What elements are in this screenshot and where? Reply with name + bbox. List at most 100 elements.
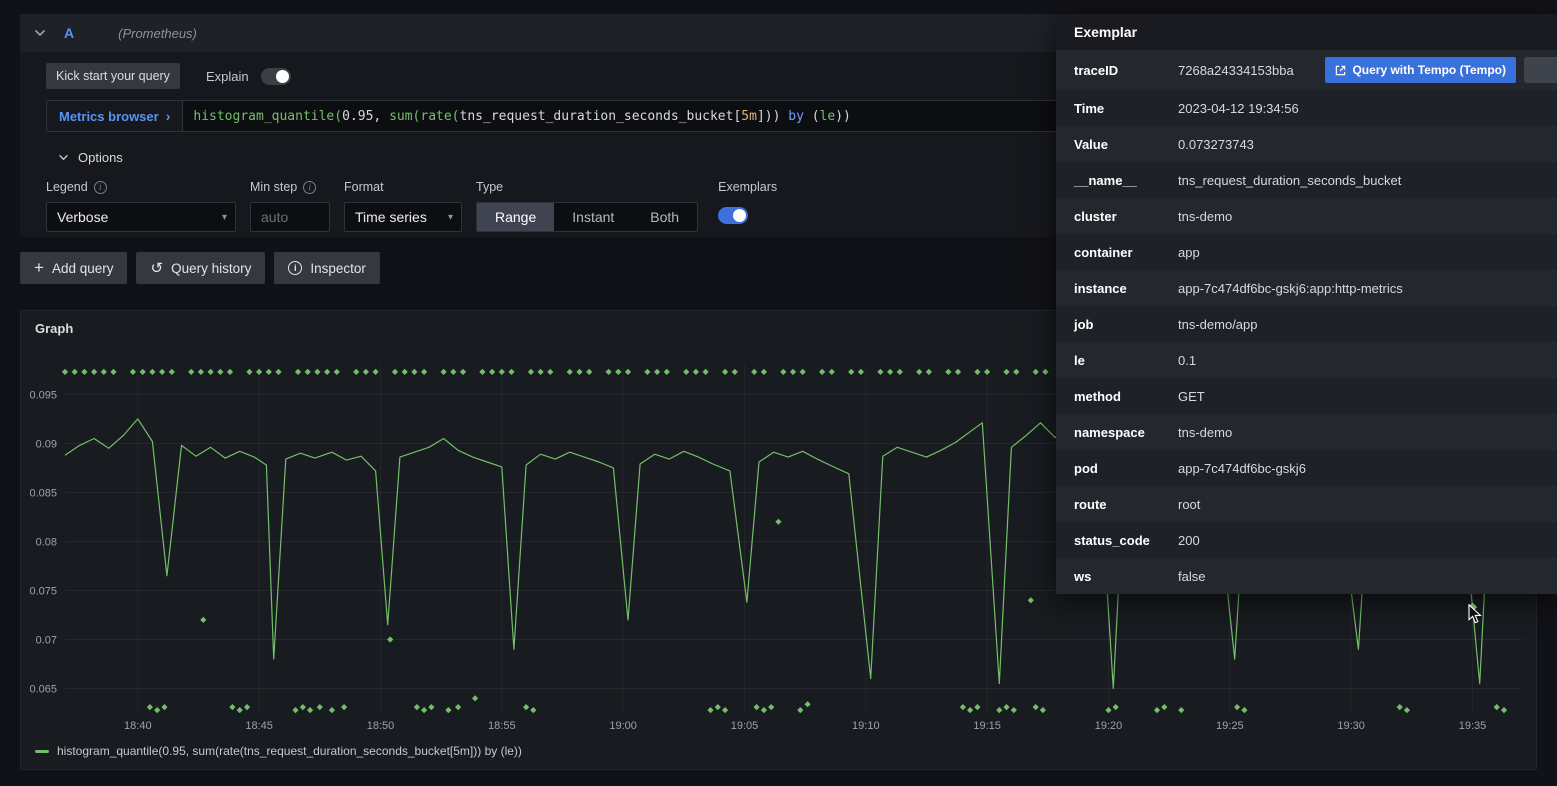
svg-text:19:30: 19:30 <box>1337 720 1365 732</box>
type-option-both[interactable]: Both <box>632 203 697 231</box>
exemplar-row-Time: Time2023-04-12 19:34:56 <box>1056 90 1557 126</box>
query-token: le <box>820 109 836 124</box>
query-token: ] <box>757 109 765 124</box>
query-token: sum( <box>389 109 420 124</box>
chevron-down-icon: ▾ <box>222 212 227 223</box>
exemplar-row-job: jobtns-demo/app <box>1056 306 1557 342</box>
svg-text:0.09: 0.09 <box>36 438 57 450</box>
series-color-mark[interactable] <box>35 750 49 753</box>
collapse-chevron-icon[interactable] <box>34 26 48 40</box>
svg-text:19:20: 19:20 <box>1095 720 1123 732</box>
add-query-label: Add query <box>52 261 114 276</box>
exemplar-value: app-7c474df6bc-gskj6:app:http-metrics <box>1178 281 1403 296</box>
add-query-button[interactable]: + Add query <box>20 252 127 284</box>
query-token: )) <box>765 109 781 124</box>
exemplar-tooltip-panel: Exemplar traceID7268a24334153bba Query wi… <box>1056 14 1557 594</box>
query-token: rate( <box>420 109 459 124</box>
exemplar-key: cluster <box>1074 209 1178 224</box>
exemplar-row-route: routeroot <box>1056 486 1557 522</box>
type-button-group: RangeInstantBoth <box>476 202 698 232</box>
format-select[interactable]: Time series ▾ <box>344 202 462 232</box>
exemplar-key: container <box>1074 245 1178 260</box>
svg-text:0.08: 0.08 <box>36 537 57 549</box>
exemplar-value: 200 <box>1178 533 1200 548</box>
exemplar-key: instance <box>1074 281 1178 296</box>
min-step-field: Min step i <box>250 176 330 232</box>
format-select-value: Time series <box>355 209 427 225</box>
exemplar-row-le: le0.1 <box>1056 342 1557 378</box>
metrics-browser-button[interactable]: Metrics browser › <box>46 100 182 132</box>
exemplar-value: app-7c474df6bc-gskj6 <box>1178 461 1306 476</box>
toggle-knob <box>733 209 746 222</box>
type-option-range[interactable]: Range <box>477 203 554 231</box>
exemplar-value: root <box>1178 497 1200 512</box>
exemplar-key: traceID <box>1074 63 1178 78</box>
legend-label: Legend <box>46 180 88 194</box>
exemplars-label: Exemplars <box>718 180 777 194</box>
exemplar-key: Time <box>1074 101 1178 116</box>
svg-text:0.095: 0.095 <box>29 389 57 401</box>
exemplar-row-traceID: traceID7268a24334153bba Query with Tempo … <box>1056 50 1557 90</box>
format-field: Format Time series ▾ <box>344 176 462 232</box>
exemplar-key: route <box>1074 497 1178 512</box>
exemplar-row-Value: Value0.073273743 <box>1056 126 1557 162</box>
query-token: 0.95 <box>342 109 373 124</box>
type-label: Type <box>476 180 503 194</box>
min-step-input[interactable] <box>250 202 330 232</box>
exemplar-value: 0.1 <box>1178 353 1196 368</box>
legend-select-value: Verbose <box>57 209 108 225</box>
query-ref-id[interactable]: A <box>64 25 74 41</box>
svg-text:18:40: 18:40 <box>124 720 152 732</box>
query-token: 5m <box>741 109 757 124</box>
exemplar-value: app <box>1178 245 1200 260</box>
exemplar-key: namespace <box>1074 425 1178 440</box>
exemplar-value: tns-demo <box>1178 425 1232 440</box>
query-with-tempo-button[interactable]: Query with Tempo (Tempo) <box>1325 57 1516 83</box>
svg-text:19:10: 19:10 <box>852 720 880 732</box>
exemplar-rows: traceID7268a24334153bba Query with Tempo … <box>1056 50 1557 594</box>
exemplar-key: job <box>1074 317 1178 332</box>
exemplar-key: ws <box>1074 569 1178 584</box>
svg-text:0.075: 0.075 <box>29 586 57 598</box>
exemplar-value: 7268a24334153bba <box>1178 63 1294 78</box>
legend-select[interactable]: Verbose ▾ <box>46 202 236 232</box>
clipped-edge-button[interactable] <box>1524 57 1557 83</box>
kick-start-query-button[interactable]: Kick start your query <box>46 63 180 89</box>
exemplar-key: pod <box>1074 461 1178 476</box>
info-circle-icon: i <box>288 261 302 275</box>
query-token: )) <box>835 109 851 124</box>
exemplar-panel-title: Exemplar <box>1056 14 1557 50</box>
type-option-instant[interactable]: Instant <box>554 203 632 231</box>
svg-text:19:15: 19:15 <box>973 720 1001 732</box>
chevron-down-icon: ▾ <box>448 212 453 223</box>
type-field: Type RangeInstantBoth <box>476 176 698 232</box>
exemplars-toggle[interactable] <box>718 207 748 224</box>
explain-toggle[interactable] <box>261 68 291 85</box>
exemplar-value: tns-demo <box>1178 209 1232 224</box>
query-token: , <box>373 109 389 124</box>
exemplar-value: 2023-04-12 19:34:56 <box>1178 101 1299 116</box>
exemplar-row-__name__: __name__tns_request_duration_seconds_buc… <box>1056 162 1557 198</box>
query-token: ( <box>812 109 820 124</box>
toggle-knob <box>276 70 289 83</box>
hovered-exemplar-marker <box>1468 603 1477 612</box>
info-icon: i <box>303 181 316 194</box>
svg-text:0.07: 0.07 <box>36 635 57 647</box>
exemplar-row-status_code: status_code200 <box>1056 522 1557 558</box>
options-section-toggle[interactable]: Options <box>46 146 123 168</box>
query-history-button[interactable]: ↺ Query history <box>136 252 265 284</box>
exemplar-value: GET <box>1178 389 1205 404</box>
exemplar-row-method: methodGET <box>1056 378 1557 414</box>
chevron-down-icon <box>58 154 69 161</box>
exemplar-key: le <box>1074 353 1178 368</box>
history-icon: ↺ <box>150 261 163 276</box>
exemplar-row-instance: instanceapp-7c474df6bc-gskj6:app:http-me… <box>1056 270 1557 306</box>
svg-text:19:05: 19:05 <box>731 720 759 732</box>
series-legend[interactable]: histogram_quantile(0.95, sum(rate(tns_re… <box>21 741 1536 758</box>
svg-text:18:50: 18:50 <box>367 720 395 732</box>
exemplar-row-cluster: clustertns-demo <box>1056 198 1557 234</box>
query-expression: histogram_quantile(0.95, sum(rate(tns_re… <box>193 109 851 124</box>
explain-label: Explain <box>206 69 249 84</box>
inspector-button[interactable]: i Inspector <box>274 252 380 284</box>
svg-text:19:35: 19:35 <box>1459 720 1487 732</box>
